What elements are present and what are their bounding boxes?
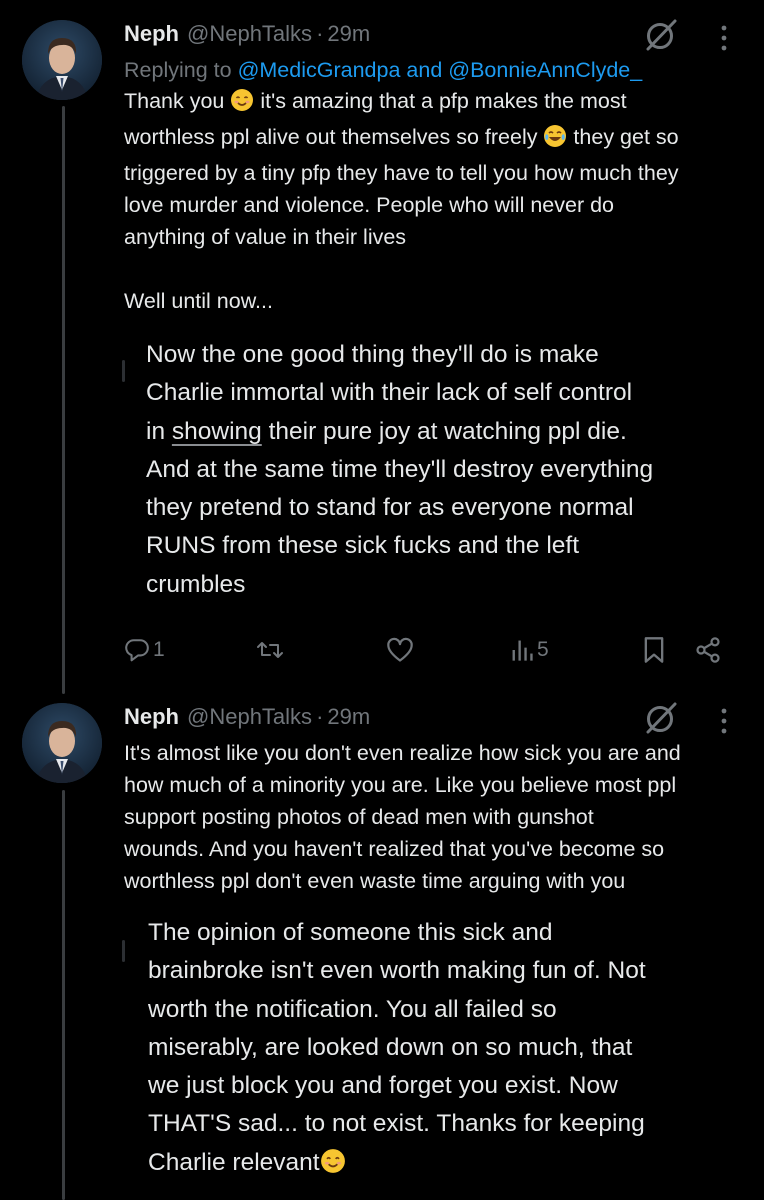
quoted-text: Now the one good thing they'll do is mak… bbox=[146, 336, 734, 604]
quote-line: in showing their pure joy at watching pp… bbox=[146, 413, 734, 451]
heart-icon bbox=[387, 637, 413, 662]
tears-of-joy-emoji bbox=[543, 124, 567, 157]
quote-line: And at the same time they'll destroy eve… bbox=[146, 455, 654, 598]
reply-button[interactable]: 1 bbox=[124, 630, 165, 670]
quote-line-part: Charlie relevant bbox=[148, 1148, 320, 1176]
handle[interactable]: @NephTalks bbox=[187, 21, 312, 47]
tweet-text: It's almost like you don't even realize … bbox=[124, 741, 681, 893]
spellcheck-underlined-word: showing bbox=[171, 417, 262, 445]
separator: · bbox=[316, 21, 324, 46]
views-icon bbox=[512, 640, 533, 661]
tweet-text-part: worthless ppl alive out themselves so fr… bbox=[124, 125, 538, 149]
tweet-text: Thank you it's amazing that a pfp makes … bbox=[124, 85, 744, 317]
action-bar: 1 5 bbox=[124, 630, 734, 670]
views-button[interactable]: 5 bbox=[510, 630, 549, 670]
timestamp[interactable]: 29m bbox=[327, 21, 370, 47]
quote-marker bbox=[122, 360, 125, 382]
share-icon bbox=[696, 637, 720, 663]
bookmark-button[interactable] bbox=[642, 630, 666, 670]
tweet-text-part: it's amazing that a pfp makes the most bbox=[254, 89, 627, 113]
quote-text: The opinion of someone this sick and bra… bbox=[148, 919, 646, 1138]
display-name[interactable]: Neph bbox=[124, 21, 179, 47]
thread-line bbox=[62, 790, 65, 1200]
mention-and: and bbox=[406, 58, 443, 82]
replying-to-label: Replying to bbox=[124, 58, 232, 82]
reply-icon bbox=[125, 639, 149, 662]
timestamp[interactable]: 29m bbox=[327, 704, 370, 730]
avatar[interactable] bbox=[22, 703, 102, 783]
quote-line: Charlie relevant bbox=[148, 1144, 734, 1186]
smiling-face-emoji bbox=[320, 1148, 346, 1186]
smiling-face-emoji bbox=[230, 88, 254, 121]
tweet[interactable]: Neph @NephTalks · 29m Replying to @Medic… bbox=[124, 18, 744, 317]
grok-icon[interactable] bbox=[644, 18, 678, 52]
retweet-button[interactable] bbox=[256, 630, 284, 670]
views-count: 5 bbox=[537, 638, 549, 661]
quote-line-part: their pure joy at watching ppl die. bbox=[261, 417, 627, 445]
avatar[interactable] bbox=[22, 20, 102, 100]
more-vertical-icon[interactable] bbox=[719, 24, 729, 52]
quote-line: Charlie immortal with their lack of self… bbox=[146, 379, 633, 407]
bookmark-icon bbox=[644, 637, 664, 663]
display-name[interactable]: Neph bbox=[124, 704, 179, 730]
separator: · bbox=[316, 704, 324, 729]
quote-line: Now the one good thing they'll do is mak… bbox=[146, 341, 599, 368]
thread-line bbox=[62, 106, 65, 694]
retweet-icon bbox=[257, 642, 283, 658]
mention-link[interactable]: @MedicGrandpa bbox=[238, 58, 401, 82]
share-button[interactable] bbox=[694, 630, 722, 670]
quoted-text: The opinion of someone this sick and bra… bbox=[148, 914, 734, 1186]
tweet-text-part: they get so bbox=[567, 125, 679, 149]
replying-to: Replying to @MedicGrandpa and @BonnieAnn… bbox=[124, 58, 744, 83]
tweet-text-part: triggered by a tiny pfp they have to tel… bbox=[124, 161, 679, 313]
reply-count: 1 bbox=[153, 638, 165, 661]
like-button[interactable] bbox=[386, 630, 414, 670]
more-vertical-icon[interactable] bbox=[719, 707, 729, 735]
handle[interactable]: @NephTalks bbox=[187, 704, 312, 730]
quote-line-part: in bbox=[146, 417, 172, 445]
quote-marker bbox=[122, 940, 125, 962]
mention-link[interactable]: @BonnieAnnClyde_ bbox=[448, 58, 642, 82]
tweet-text-part: Thank you bbox=[124, 89, 225, 113]
grok-icon[interactable] bbox=[644, 701, 678, 735]
